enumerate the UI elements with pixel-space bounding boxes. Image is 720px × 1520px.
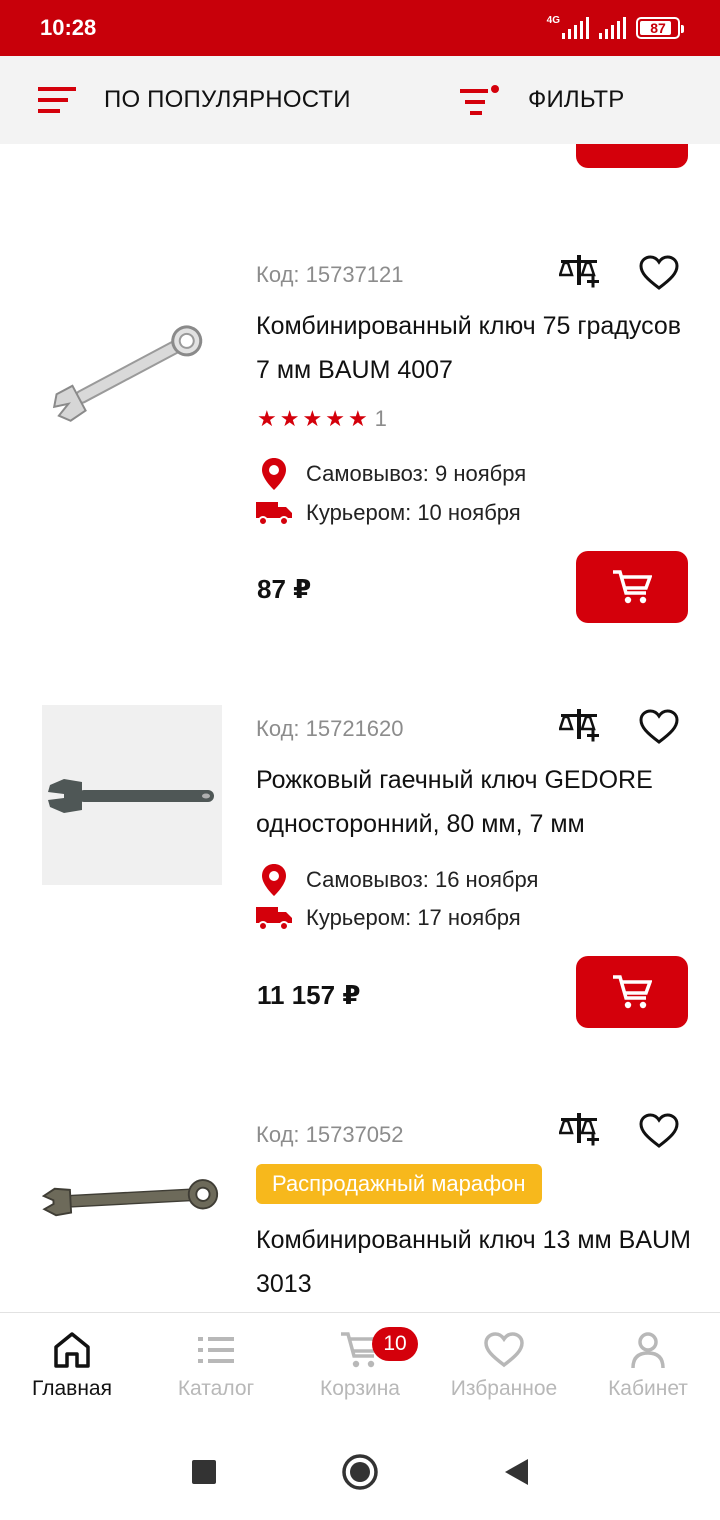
product-card[interactable]: Код: 15721620 Рожковый гаечный ключ GEDO… <box>0 694 720 1094</box>
nav-catalog-label: Каталог <box>177 1377 255 1400</box>
nav-catalog[interactable]: Каталог <box>144 1313 288 1424</box>
compare-icon <box>559 255 599 288</box>
network-label: 4G <box>546 15 560 26</box>
product-card[interactable]: Код: 15737052 Распродажный марафон Комби… <box>0 1100 720 1312</box>
promo-badge: Распродажный марафон <box>256 1164 542 1204</box>
star-icon: ★ <box>302 406 323 431</box>
home-icon <box>54 1332 90 1368</box>
favorite-button[interactable] <box>638 1110 680 1152</box>
heart-icon <box>639 1113 679 1148</box>
product-price: 11 157 ₽ <box>257 980 361 1010</box>
filter-button[interactable]: ФИЛЬТР <box>420 56 624 144</box>
square-icon <box>192 1460 216 1484</box>
product-image[interactable] <box>42 280 222 460</box>
nav-home-label: Главная <box>32 1377 112 1400</box>
status-bar: 10:28 4G 87 <box>0 0 720 56</box>
pickup-info: Самовывоз: 9 ноября <box>256 458 526 490</box>
courier-info: Курьером: 17 ноября <box>256 905 521 931</box>
compare-button[interactable] <box>558 706 600 748</box>
product-actions <box>558 252 680 294</box>
product-actions <box>558 706 680 748</box>
bottom-nav: Главная Каталог Корзина 10 Избранное Каб… <box>0 1312 720 1424</box>
truck-icon <box>256 502 292 526</box>
star-icon: ★ <box>279 406 300 431</box>
truck-icon <box>256 907 292 931</box>
product-card[interactable]: Код: 15737121 Комбинированный ключ 75 гр… <box>0 240 720 690</box>
location-pin-icon <box>262 864 286 896</box>
nav-favorites-label: Избранное <box>450 1377 558 1400</box>
nav-home[interactable]: Главная <box>0 1313 144 1424</box>
sort-icon <box>38 87 76 113</box>
product-image[interactable] <box>42 705 222 885</box>
heart-icon <box>484 1332 524 1368</box>
list-icon <box>198 1337 234 1363</box>
back-triangle-icon <box>505 1459 528 1485</box>
circle-icon <box>342 1454 378 1490</box>
product-rating: ★ ★ ★ ★ ★ 1 <box>257 406 387 432</box>
previous-product-cart-button[interactable] <box>576 144 688 168</box>
product-list[interactable]: Код: 15737121 Комбинированный ключ 75 гр… <box>0 144 720 1312</box>
app-screen: 10:28 4G 87 ПО ПОПУЛЯРНОСТИ ФИЛЬТР Код: … <box>0 0 720 1520</box>
compare-icon <box>559 709 599 742</box>
battery-level: 87 <box>650 20 666 36</box>
wrench-image-icon <box>42 1179 219 1217</box>
nav-cart[interactable]: Корзина 10 <box>288 1313 432 1424</box>
product-code: Код: 15737121 <box>256 262 404 287</box>
courier-date: Курьером: 17 ноября <box>306 905 521 930</box>
product-image[interactable] <box>42 1108 222 1288</box>
product-title[interactable]: Комбинированный ключ 13 мм BAUM 3013 <box>256 1218 696 1306</box>
filter-icon <box>460 85 499 115</box>
star-icon: ★ <box>347 406 368 431</box>
pickup-info: Самовывоз: 16 ноября <box>256 864 538 896</box>
cart-count-badge: 10 <box>372 1327 418 1361</box>
recents-button[interactable] <box>179 1447 229 1497</box>
system-indicators: 4G 87 <box>546 15 684 39</box>
star-icon: ★ <box>257 406 277 431</box>
cell-signal-2-icon <box>599 17 626 39</box>
cell-signal-icon <box>562 17 589 39</box>
cart-icon <box>613 570 652 604</box>
system-nav-bar <box>0 1424 720 1520</box>
favorite-button[interactable] <box>638 706 680 748</box>
filter-label: ФИЛЬТР <box>528 86 625 113</box>
status-time: 10:28 <box>40 15 97 40</box>
compare-button[interactable] <box>558 252 600 294</box>
sort-filter-bar: ПО ПОПУЛЯРНОСТИ ФИЛЬТР <box>0 56 720 144</box>
compare-icon <box>559 1113 599 1146</box>
back-button[interactable] <box>491 1447 541 1497</box>
product-title[interactable]: Комбинированный ключ 75 градусов 7 мм BA… <box>256 304 696 392</box>
nav-cart-label: Корзина <box>320 1377 400 1400</box>
nav-favorites[interactable]: Избранное <box>432 1313 576 1424</box>
review-count: 1 <box>374 406 387 431</box>
courier-date: Курьером: 10 ноября <box>306 500 521 525</box>
pickup-date: Самовывоз: 9 ноября <box>306 461 527 486</box>
sort-label: ПО ПОПУЛЯРНОСТИ <box>104 86 351 113</box>
pickup-date: Самовывоз: 16 ноября <box>306 867 539 892</box>
wrench-image-icon <box>52 325 203 422</box>
product-title[interactable]: Рожковый гаечный ключ GEDORE односторонн… <box>256 758 696 846</box>
location-pin-icon <box>262 458 286 490</box>
add-to-cart-button[interactable] <box>576 956 688 1028</box>
product-price: 87 ₽ <box>257 574 312 604</box>
favorite-button[interactable] <box>638 252 680 294</box>
nav-account[interactable]: Кабинет <box>576 1313 720 1424</box>
add-to-cart-button[interactable] <box>576 551 688 623</box>
wrench-image-icon <box>48 779 214 813</box>
heart-icon <box>639 255 679 290</box>
product-actions <box>558 1110 680 1152</box>
sort-button[interactable]: ПО ПОПУЛЯРНОСТИ <box>0 56 420 144</box>
home-system-button[interactable] <box>335 1447 385 1497</box>
nav-account-label: Кабинет <box>608 1377 688 1400</box>
product-code: Код: 15721620 <box>256 716 404 741</box>
battery-icon: 87 <box>636 17 684 39</box>
compare-button[interactable] <box>558 1110 600 1152</box>
user-icon <box>631 1332 665 1369</box>
courier-info: Курьером: 10 ноября <box>256 500 521 526</box>
cart-icon <box>613 975 652 1009</box>
product-code: Код: 15737052 <box>256 1122 404 1147</box>
heart-icon <box>639 709 679 744</box>
star-icon: ★ <box>325 406 345 431</box>
